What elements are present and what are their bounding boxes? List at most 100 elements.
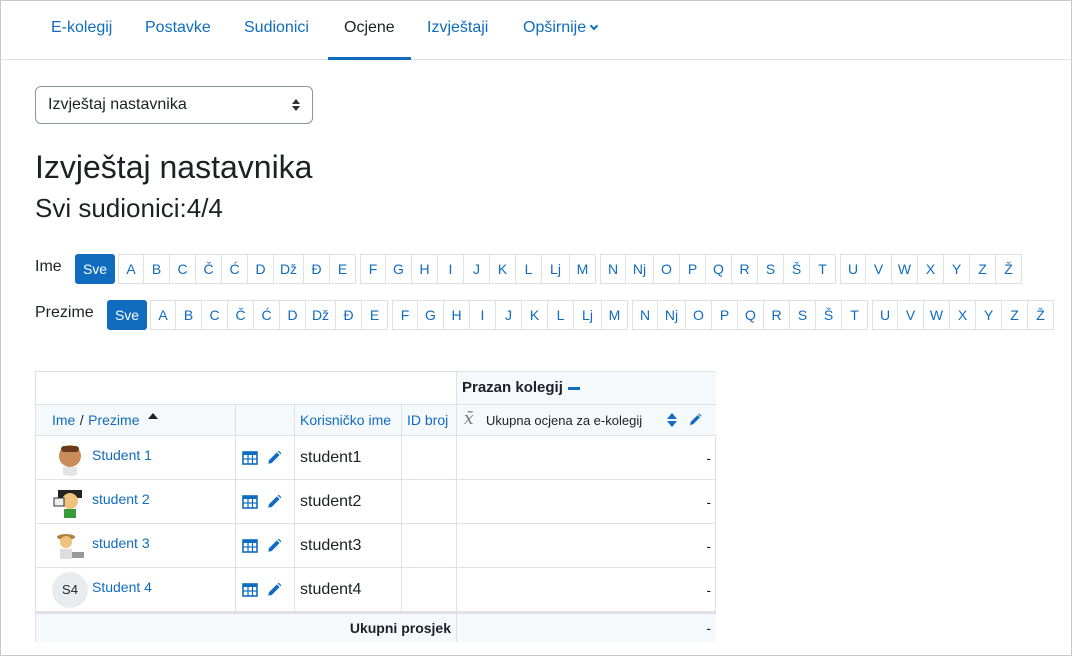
firstname-all-button[interactable]: Sve [75,254,115,284]
firstname-letter[interactable]: D [248,254,274,284]
grade-table-icon[interactable] [242,494,258,510]
lastname-letter[interactable]: L [548,300,574,330]
firstname-letter[interactable]: Y [944,254,970,284]
tab-settings[interactable]: Postavke [129,0,227,60]
firstname-letter[interactable]: C [170,254,196,284]
lastname-letter[interactable]: Dž [306,300,336,330]
lastname-letter[interactable]: W [924,300,950,330]
edit-total-icon[interactable] [688,413,702,427]
lastname-letter[interactable]: F [392,300,418,330]
firstname-letter[interactable]: F [360,254,386,284]
firstname-letter[interactable]: L [516,254,542,284]
firstname-letter[interactable]: G [386,254,412,284]
lastname-letter[interactable]: Đ [336,300,362,330]
lastname-letter[interactable]: E [362,300,388,330]
sort-lastname-link[interactable]: Prezime [88,412,139,428]
grade-cell[interactable]: - [457,524,716,568]
lastname-letter[interactable]: S [790,300,816,330]
lastname-letter[interactable]: R [764,300,790,330]
lastname-all-button[interactable]: Sve [107,300,147,330]
lastname-letter[interactable]: X [950,300,976,330]
lastname-letter[interactable]: Ć [254,300,280,330]
lastname-letter[interactable]: Z [1002,300,1028,330]
firstname-letter[interactable]: U [840,254,866,284]
firstname-letter[interactable]: Š [784,254,810,284]
edit-pencil-icon[interactable] [266,450,282,466]
firstname-letter[interactable]: Lj [542,254,570,284]
lastname-letter[interactable]: H [444,300,470,330]
firstname-letter[interactable]: Ž [996,254,1022,284]
lastname-letter[interactable]: Nj [658,300,686,330]
lastname-letter[interactable]: U [872,300,898,330]
tab-reports[interactable]: Izvještaji [411,0,504,60]
firstname-letter[interactable]: H [412,254,438,284]
report-select[interactable]: Izvještaj nastavnika [35,86,313,124]
firstname-letter[interactable]: Q [706,254,732,284]
grade-table-icon[interactable] [242,582,258,598]
grade-cell[interactable]: - [457,568,716,612]
lastname-letter[interactable]: J [496,300,522,330]
student-name-link[interactable]: student 3 [92,535,150,551]
firstname-letter[interactable]: N [600,254,626,284]
edit-pencil-icon[interactable] [266,538,282,554]
sort-username-link[interactable]: Korisničko ime [300,412,391,428]
firstname-letter[interactable]: W [892,254,918,284]
firstname-letter[interactable]: B [144,254,170,284]
grade-cell[interactable]: - [457,436,716,480]
lastname-letter[interactable]: K [522,300,548,330]
firstname-letter[interactable]: K [490,254,516,284]
lastname-letter[interactable]: I [470,300,496,330]
grade-table-icon[interactable] [242,538,258,554]
firstname-letter[interactable]: A [118,254,144,284]
sort-firstname-link[interactable]: Ime [52,412,75,428]
tab-more[interactable]: Opširnije [507,0,613,60]
lastname-letter[interactable]: A [150,300,176,330]
lastname-letter[interactable]: C [202,300,228,330]
lastname-letter[interactable]: Y [976,300,1002,330]
firstname-letter[interactable]: O [654,254,680,284]
firstname-letter[interactable]: R [732,254,758,284]
firstname-letter[interactable]: Dž [274,254,304,284]
firstname-letter[interactable]: P [680,254,706,284]
lastname-letter[interactable]: Lj [574,300,602,330]
firstname-letter[interactable]: T [810,254,836,284]
firstname-letter[interactable]: X [918,254,944,284]
edit-pencil-icon[interactable] [266,582,282,598]
lastname-letter[interactable]: N [632,300,658,330]
firstname-letter[interactable]: I [438,254,464,284]
grade-cell[interactable]: - [457,480,716,524]
student-name-link[interactable]: student 2 [92,491,150,507]
grade-table-icon[interactable] [242,450,258,466]
lastname-letter[interactable]: D [280,300,306,330]
lastname-letter[interactable]: O [686,300,712,330]
lastname-letter[interactable]: M [602,300,628,330]
tab-grades[interactable]: Ocjene [328,0,411,60]
firstname-letter[interactable]: S [758,254,784,284]
sort-idnumber-link[interactable]: ID broj [407,412,448,428]
lastname-letter[interactable]: P [712,300,738,330]
lastname-letter[interactable]: T [842,300,868,330]
firstname-letter[interactable]: M [570,254,596,284]
edit-pencil-icon[interactable] [266,494,282,510]
firstname-letter[interactable]: Z [970,254,996,284]
lastname-letter[interactable]: B [176,300,202,330]
student-name-link[interactable]: Student 4 [92,579,152,595]
firstname-letter[interactable]: J [464,254,490,284]
student-name-link[interactable]: Student 1 [92,447,152,463]
firstname-letter[interactable]: Nj [626,254,654,284]
lastname-letter[interactable]: Č [228,300,254,330]
firstname-letter[interactable]: Č [196,254,222,284]
collapse-icon[interactable] [568,387,580,390]
firstname-letter[interactable]: Ć [222,254,248,284]
tab-participants[interactable]: Sudionici [228,0,325,60]
firstname-letter[interactable]: E [330,254,356,284]
firstname-letter[interactable]: Đ [304,254,330,284]
firstname-letter[interactable]: V [866,254,892,284]
lastname-letter[interactable]: Ž [1028,300,1054,330]
sort-updown-icon[interactable] [667,413,677,427]
lastname-letter[interactable]: Š [816,300,842,330]
lastname-letter[interactable]: G [418,300,444,330]
lastname-letter[interactable]: Q [738,300,764,330]
tab-course[interactable]: E-kolegij [35,0,128,60]
lastname-letter[interactable]: V [898,300,924,330]
